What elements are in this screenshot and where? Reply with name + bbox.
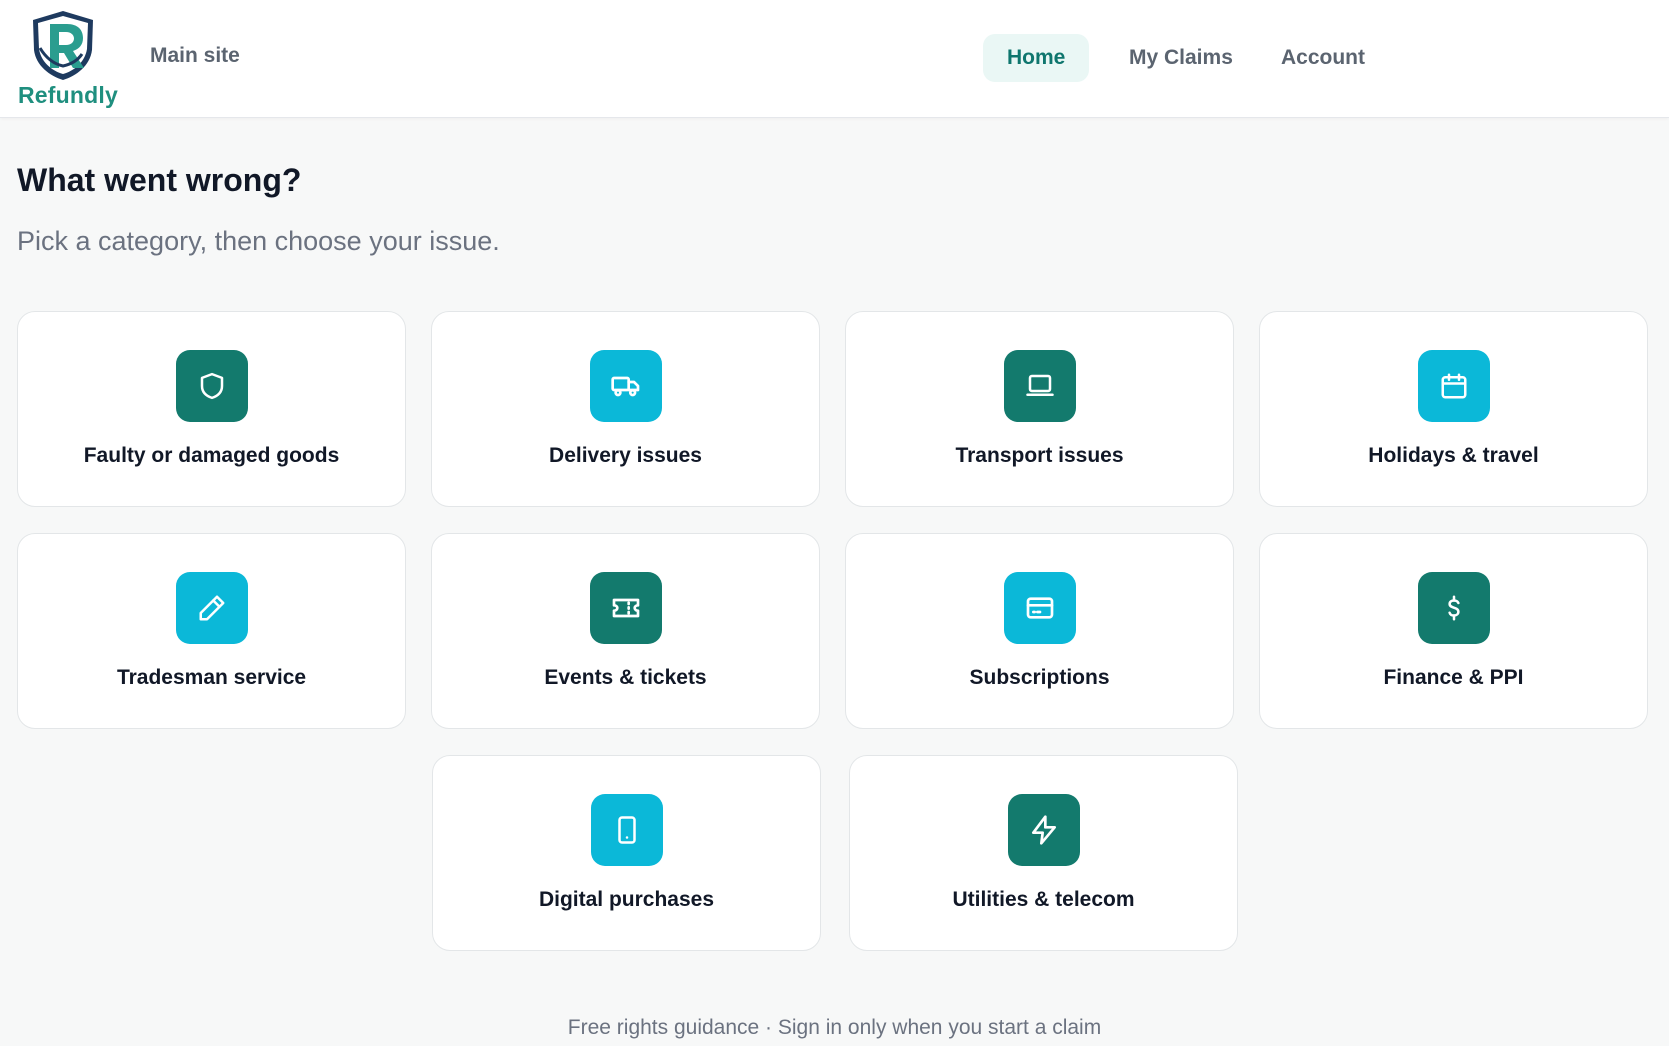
dollar-icon bbox=[1448, 595, 1460, 621]
category-card-subscriptions[interactable]: Subscriptions bbox=[845, 533, 1234, 729]
category-icon-tile bbox=[1418, 572, 1490, 644]
category-card-delivery[interactable]: Delivery issues bbox=[431, 311, 820, 507]
refundly-logo[interactable]: Refundly bbox=[14, 8, 118, 110]
category-card-holidays[interactable]: Holidays & travel bbox=[1259, 311, 1648, 507]
category-label: Digital purchases bbox=[538, 888, 715, 911]
lightning-icon bbox=[1032, 815, 1056, 845]
category-label: Delivery issues bbox=[549, 444, 702, 467]
category-icon-tile bbox=[1004, 350, 1076, 422]
shield-logo-icon bbox=[33, 11, 93, 80]
nav-item-my-claims[interactable]: My Claims bbox=[1105, 34, 1257, 82]
category-card-events[interactable]: Events & tickets bbox=[431, 533, 820, 729]
category-card-transport[interactable]: Transport issues bbox=[845, 311, 1234, 507]
main-site-link[interactable]: Main site bbox=[150, 44, 240, 68]
category-card-utilities[interactable]: Utilities & telecom bbox=[849, 755, 1238, 951]
category-icon-tile bbox=[1008, 794, 1080, 866]
category-label: Subscriptions bbox=[969, 666, 1110, 689]
shield-icon bbox=[200, 372, 224, 400]
pencil-icon bbox=[199, 595, 225, 621]
footer-note: Free rights guidance · Sign in only when… bbox=[567, 1016, 1102, 1039]
laptop-icon bbox=[1026, 374, 1054, 396]
category-label: Events & tickets bbox=[544, 666, 707, 689]
category-label: Holidays & travel bbox=[1368, 444, 1539, 467]
ticket-icon bbox=[612, 598, 640, 618]
category-icon-tile bbox=[590, 572, 662, 644]
category-label: Utilities & telecom bbox=[952, 888, 1135, 911]
category-icon-tile bbox=[176, 350, 248, 422]
category-label: Finance & PPI bbox=[1383, 666, 1524, 689]
category-label: Faulty or damaged goods bbox=[83, 444, 340, 467]
category-label: Tradesman service bbox=[116, 666, 307, 689]
category-icon-tile bbox=[590, 350, 662, 422]
page-title: What went wrong? bbox=[17, 162, 302, 198]
nav-item-account[interactable]: Account bbox=[1257, 34, 1389, 82]
category-icon-tile bbox=[1418, 350, 1490, 422]
nav-item-home[interactable]: Home bbox=[983, 34, 1090, 82]
credit-card-icon bbox=[1026, 597, 1054, 619]
calendar-icon bbox=[1441, 373, 1467, 399]
page-subtitle: Pick a category, then choose your issue. bbox=[17, 226, 500, 256]
top-header: Refundly Main site Home My Claims Accoun… bbox=[0, 0, 1669, 118]
category-card-finance[interactable]: Finance & PPI bbox=[1259, 533, 1648, 729]
category-card-tradesman[interactable]: Tradesman service bbox=[17, 533, 406, 729]
category-icon-tile bbox=[176, 572, 248, 644]
logo-wordmark: Refundly bbox=[18, 82, 118, 108]
smartphone-icon bbox=[618, 816, 636, 844]
truck-icon bbox=[611, 376, 640, 397]
category-card-faulty-goods[interactable]: Faulty or damaged goods bbox=[17, 311, 406, 507]
category-icon-tile bbox=[591, 794, 663, 866]
category-card-digital[interactable]: Digital purchases bbox=[432, 755, 821, 951]
category-icon-tile bbox=[1004, 572, 1076, 644]
category-label: Transport issues bbox=[955, 444, 1124, 467]
